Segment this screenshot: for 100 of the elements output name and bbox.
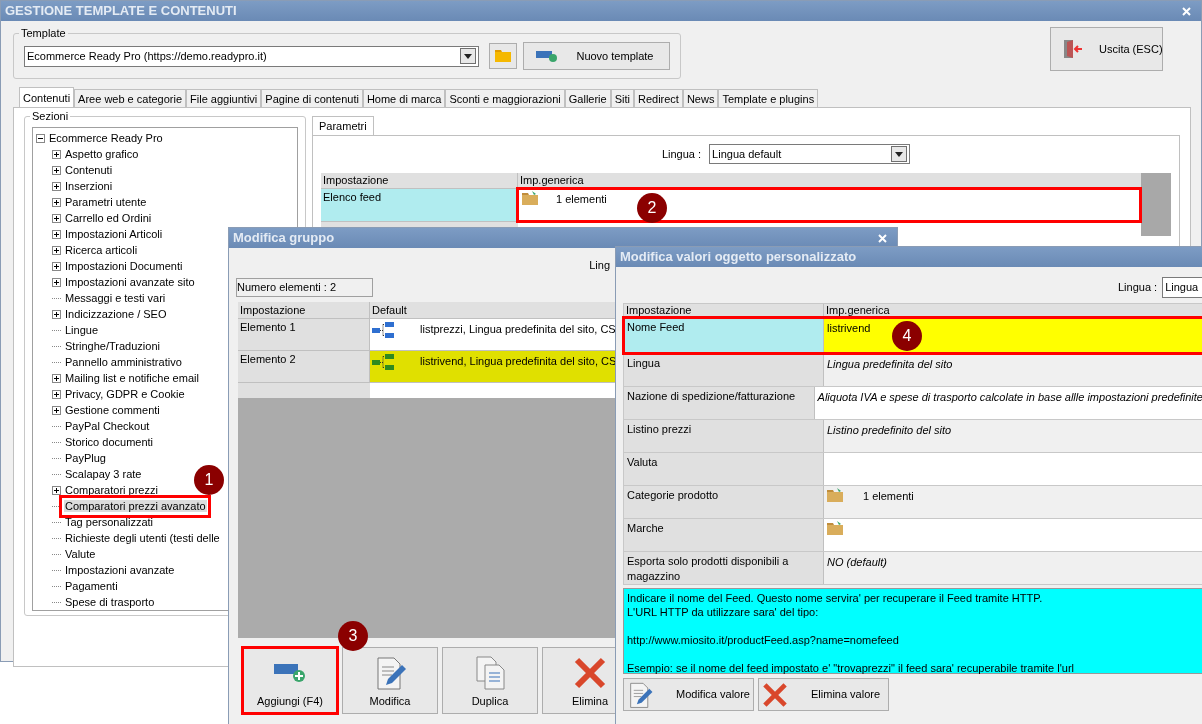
help-text: L'URL HTTP da utilizzare sara' del tipo: [627, 605, 820, 619]
expand-icon[interactable] [52, 261, 61, 271]
tree-item[interactable]: Comparatori prezzi avanzato [64, 499, 207, 512]
action-button[interactable]: Elimina valore [758, 678, 889, 711]
tab[interactable]: Parametri [312, 116, 374, 135]
tree-item[interactable]: Impostazioni Documenti [64, 259, 184, 272]
expand-icon[interactable] [52, 373, 61, 383]
tab[interactable]: File aggiuntivi [186, 89, 262, 107]
help-text: http://www.miosito.it/productFeed.asp?name=nomefeed [627, 633, 900, 647]
window-title: Modifica valori oggetto personalizzato [620, 248, 857, 267]
tree-item[interactable]: Ecommerce Ready Pro [49, 129, 163, 147]
add-icon [536, 49, 559, 63]
language-select[interactable]: Lingua [1162, 276, 1202, 298]
table-cell: Marche [624, 519, 824, 551]
tree-item[interactable]: Spese di trasporto [64, 595, 156, 608]
tree-item[interactable]: Carrello ed Ordini [64, 211, 153, 224]
close-icon[interactable] [1182, 6, 1191, 16]
table-cell: Elenco feed [321, 189, 518, 221]
help-text: Indicare il nome del Feed. Questo nome servira' per recuperare il Feed tramite HTTP. [627, 591, 1044, 605]
dropdown-button[interactable] [891, 146, 908, 162]
column-header: Impostazione [321, 173, 518, 188]
tree-item[interactable]: Aspetto grafico [64, 147, 140, 160]
toolbar-button[interactable]: Modifica [342, 647, 438, 714]
tree-item[interactable]: Stringhe/Traduzioni [64, 339, 161, 352]
tab[interactable]: News [682, 89, 719, 107]
tree-item[interactable]: Impostazioni avanzate [64, 563, 176, 576]
action-button[interactable]: Modifica valore [623, 678, 754, 711]
tree-item[interactable]: Valute [64, 547, 97, 560]
hierarchy-icon [372, 321, 394, 339]
step-badge: 2 [637, 193, 667, 223]
exit-button[interactable]: Uscita (ESC) [1050, 27, 1163, 71]
language-label: Lingua : [1118, 279, 1158, 295]
toolbar-button[interactable]: Aggiungi (F4) [242, 647, 338, 714]
tree-item[interactable]: Messaggi e testi vari [64, 291, 167, 304]
table-cell: Nazione di spedizione/fatturazione [624, 387, 815, 419]
tree-item[interactable]: Parametri utente [64, 195, 148, 208]
tree-item[interactable]: Comparatori prezzi [64, 483, 159, 496]
table-cell: Listino prezzi [624, 420, 824, 452]
expand-icon[interactable] [52, 165, 61, 175]
expand-icon[interactable] [52, 245, 61, 255]
tree-item[interactable]: Gestione commenti [64, 403, 161, 416]
tree-item[interactable]: PayPlug [64, 451, 107, 464]
dropdown-button[interactable] [460, 48, 477, 64]
expand-icon[interactable] [52, 309, 61, 319]
tree-item[interactable]: PayPal Checkout [64, 419, 151, 432]
expand-icon[interactable] [52, 229, 61, 239]
expand-icon[interactable] [52, 485, 61, 495]
tree-item[interactable]: Ricerca articoli [64, 243, 139, 256]
tree-item[interactable]: Mailing list e notifiche email [64, 371, 200, 384]
add-icon [272, 662, 308, 683]
expand-icon[interactable] [52, 389, 61, 399]
tree-item[interactable]: Inserzioni [64, 179, 114, 192]
tree-item[interactable]: Pagamenti [64, 579, 119, 592]
tree-item[interactable]: Storico documenti [64, 435, 155, 448]
tree-item[interactable]: Contenuti [64, 163, 114, 176]
tab[interactable]: Template e plugins [718, 89, 819, 107]
tree-item[interactable]: Scalapay 3 rate [64, 467, 143, 480]
expand-icon[interactable] [52, 277, 61, 287]
value-cell[interactable]: Aliquota IVA e spese di trasporto calcolate in base allle impostazioni predefinite [814, 387, 1202, 419]
value-cell[interactable]: 1 elementi 2 [518, 189, 1141, 221]
tree-item[interactable]: Privacy, GDPR e Cookie [64, 387, 186, 400]
tab[interactable]: Aree web e categorie [74, 89, 187, 107]
table-cell: Categorie prodotto [624, 486, 824, 518]
folder-icon [827, 488, 843, 502]
language-select[interactable]: Lingua default [709, 144, 911, 164]
tree-item[interactable]: Pannello amministrativo [64, 355, 183, 368]
tab[interactable]: Siti [610, 89, 634, 107]
hierarchy-icon [372, 353, 394, 371]
value-cell[interactable] [824, 519, 1202, 551]
caret-icon [895, 151, 904, 157]
window-title: GESTIONE TEMPLATE E CONTENUTI [5, 2, 237, 21]
expand-icon[interactable] [52, 213, 61, 223]
tab[interactable]: Contenuti [19, 87, 75, 107]
tree-item[interactable]: Tag personalizzati [64, 515, 155, 528]
table-cell: Lingua [624, 354, 824, 386]
expand-icon[interactable] [52, 149, 61, 159]
toolbar-button[interactable]: Duplica [442, 647, 538, 714]
tab[interactable]: Redirect [633, 89, 683, 107]
tree-item[interactable]: Impostazioni avanzate sito [64, 275, 196, 288]
tab[interactable]: Pagine di contenuti [261, 89, 363, 107]
tree-item[interactable]: Impostazioni Articoli [64, 227, 164, 240]
template-select[interactable]: Ecommerce Ready Pro (https://demo.readypro.it) [24, 45, 480, 67]
expand-icon[interactable] [52, 405, 61, 415]
tree-item[interactable]: Indicizzazione / SEO [64, 307, 168, 320]
tree-item[interactable]: Richieste degli utenti (testi delle [64, 531, 221, 544]
expand-icon[interactable] [52, 181, 61, 191]
table-cell: Valuta [624, 453, 824, 485]
exit-door-icon [1063, 39, 1083, 59]
tree-item[interactable]: Lingue [64, 323, 100, 336]
value-cell[interactable] [824, 453, 1202, 485]
table-cell: Elemento 1 [238, 319, 370, 350]
collapse-icon[interactable] [36, 133, 45, 143]
new-template-button[interactable]: Nuovo template [523, 42, 670, 70]
tab[interactable]: Sconti e maggiorazioni [445, 89, 565, 107]
column-header: Impostazione [238, 302, 370, 318]
tab[interactable]: Gallerie [564, 89, 611, 107]
count-field: Numero elementi : 2 [236, 278, 373, 297]
expand-icon[interactable] [52, 197, 61, 207]
close-icon[interactable] [878, 233, 887, 243]
tab[interactable]: Home di marca [362, 89, 446, 107]
